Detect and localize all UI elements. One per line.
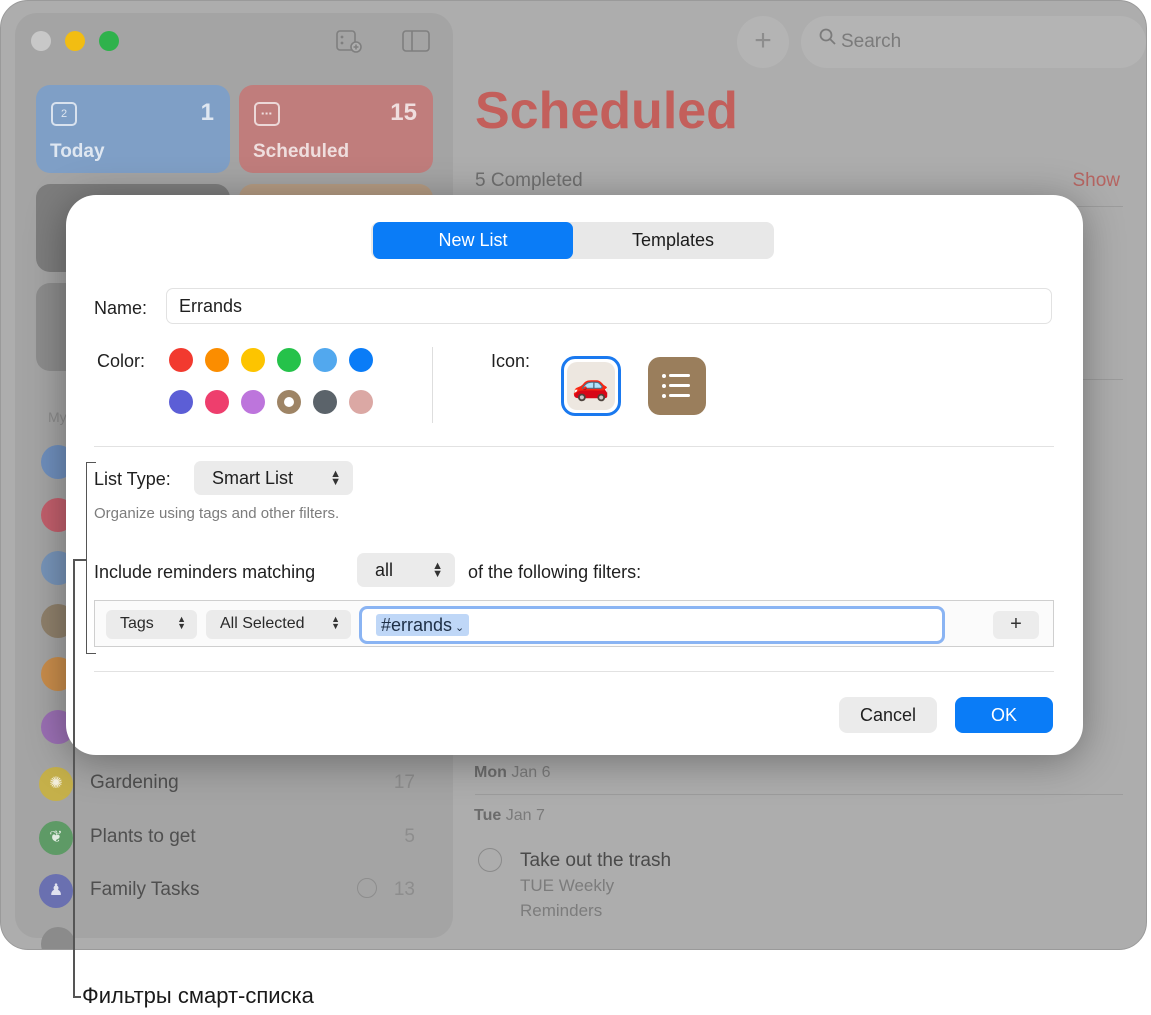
color-swatch[interactable] <box>241 390 265 414</box>
tag-token-field[interactable]: #errands ⌄ <box>359 606 945 644</box>
ok-button[interactable]: OK <box>955 697 1053 733</box>
add-filter-button[interactable]: + <box>993 611 1039 639</box>
add-reminder-button[interactable]: + <box>737 16 789 68</box>
task-title[interactable]: Take out the trash <box>520 850 671 872</box>
search-field[interactable]: Search <box>801 16 1146 68</box>
chevron-updown-icon: ▲ ▼ <box>330 468 341 488</box>
divider <box>94 671 1054 672</box>
callout-leader-line <box>73 996 81 998</box>
color-label: Color: <box>97 351 146 371</box>
tile-label: Scheduled <box>253 141 350 162</box>
new-list-icon[interactable] <box>335 29 363 53</box>
tile-count: 15 <box>390 99 417 126</box>
filter-operator-value: All Selected <box>220 615 305 632</box>
zoom-window-button[interactable] <box>99 31 119 51</box>
close-window-button[interactable] <box>31 31 51 51</box>
chevron-down-icon: ⌄ <box>455 622 465 634</box>
calendar-today-icon: 2 <box>51 102 77 126</box>
day-header: Mon Jan 6 <box>474 764 551 781</box>
task-checkbox[interactable] <box>478 848 502 872</box>
filter-operator-popup[interactable]: All Selected ▲ ▼ <box>206 610 351 639</box>
icon-option-selected[interactable]: 🚗 <box>561 356 621 416</box>
list-type-label: List Type: <box>94 469 171 489</box>
divider <box>432 347 433 423</box>
tile-label: Today <box>50 141 105 162</box>
color-swatch[interactable] <box>169 348 193 372</box>
chevron-updown-icon: ▲ ▼ <box>432 560 443 580</box>
color-swatch[interactable] <box>241 348 265 372</box>
sidebar-list-plants-to-get[interactable]: ❦ Plants to get 5 <box>39 817 419 857</box>
color-swatch[interactable] <box>349 348 373 372</box>
filter-row: Tags ▲ ▼ All Selected ▲ ▼ #errands ⌄ + <box>94 600 1054 647</box>
car-icon: 🚗 <box>567 362 615 410</box>
show-completed-link[interactable]: Show <box>1072 170 1120 192</box>
color-swatch[interactable] <box>205 348 229 372</box>
task-list-name: Reminders <box>520 901 603 920</box>
callout-caption: Фильтры смарт-списка <box>82 983 314 1008</box>
filter-field-popup[interactable]: Tags ▲ ▼ <box>106 610 197 639</box>
icon-label: Icon: <box>491 351 531 371</box>
callout-leader-line <box>73 559 75 997</box>
new-list-dialog: New List Templates Name: Errands Color: … <box>66 195 1083 755</box>
family-icon: ♟ <box>39 874 73 908</box>
search-icon <box>819 28 837 52</box>
include-prefix: Include reminders matching <box>94 562 316 582</box>
smart-list-tile-scheduled[interactable]: ▪▪▪ 15 Scheduled <box>239 85 433 173</box>
list-name: Plants to get <box>90 826 196 847</box>
minimize-window-button[interactable] <box>65 31 85 51</box>
leaf-icon: ❦ <box>39 821 73 855</box>
list-type-popup[interactable]: Smart List ▲ ▼ <box>194 461 353 495</box>
page-title: Scheduled <box>475 82 738 140</box>
list-count: 5 <box>404 826 415 847</box>
sun-icon: ✺ <box>39 767 73 801</box>
dialog-tabs: New List Templates <box>371 222 774 259</box>
task-recurrence: TUE Weekly <box>520 876 615 895</box>
tag-token[interactable]: #errands ⌄ <box>376 614 470 636</box>
color-swatch[interactable] <box>313 390 337 414</box>
list-type-hint: Organize using tags and other filters. <box>94 505 340 522</box>
list-bullet-icon[interactable] <box>648 357 706 415</box>
divider <box>475 794 1123 795</box>
divider <box>94 446 1054 447</box>
sidebar-list-gardening[interactable]: ✺ Gardening 17 <box>39 763 419 803</box>
completed-count: 5 Completed <box>475 170 583 191</box>
callout-bracket <box>86 462 96 654</box>
color-swatch[interactable] <box>277 348 301 372</box>
tile-count: 1 <box>200 99 214 126</box>
list-name-field[interactable]: Errands <box>166 288 1052 324</box>
list-name: Gardening <box>90 772 179 793</box>
sidebar-toggle-icon[interactable] <box>401 29 430 53</box>
name-label: Name: <box>94 298 148 318</box>
my-lists-header: My <box>48 409 67 425</box>
list-count: 13 <box>393 879 415 900</box>
color-swatch[interactable] <box>169 390 193 414</box>
chevron-updown-icon: ▲ ▼ <box>331 614 340 631</box>
list-count: 17 <box>393 772 415 793</box>
color-swatch[interactable] <box>349 390 373 414</box>
tab-templates[interactable]: Templates <box>573 222 773 259</box>
color-swatch[interactable] <box>277 390 301 414</box>
list-name: Family Tasks <box>90 879 200 900</box>
filter-field-value: Tags <box>120 615 154 632</box>
match-value: all <box>375 560 394 580</box>
chevron-updown-icon: ▲ ▼ <box>177 614 186 631</box>
list-type-value: Smart List <box>212 468 294 488</box>
search-placeholder: Search <box>841 31 902 52</box>
callout-leader-line <box>73 559 87 561</box>
calendar-icon: ▪▪▪ <box>254 102 280 126</box>
cancel-button[interactable]: Cancel <box>839 697 937 733</box>
match-popup[interactable]: all ▲ ▼ <box>357 553 455 587</box>
smart-list-tile-today[interactable]: 2 1 Today <box>36 85 230 173</box>
tab-new-list[interactable]: New List <box>373 222 573 259</box>
color-swatch[interactable] <box>313 348 337 372</box>
color-swatch[interactable] <box>205 390 229 414</box>
sidebar-list-family-tasks[interactable]: ♟ Family Tasks 13 <box>39 870 419 910</box>
include-suffix: of the following filters: <box>468 562 642 582</box>
shared-icon <box>357 878 377 898</box>
day-header: Tue Jan 7 <box>474 807 545 824</box>
